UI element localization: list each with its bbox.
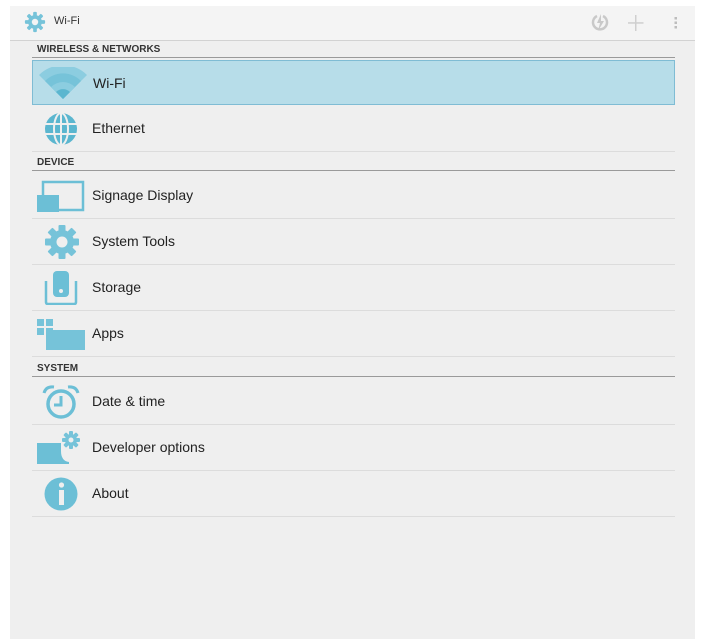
settings-item-label: Signage Display (92, 187, 194, 203)
settings-item-ethernet[interactable]: Ethernet (32, 106, 675, 152)
info-icon (37, 477, 87, 511)
apps-icon (37, 317, 87, 351)
overflow-menu-icon[interactable] (664, 12, 688, 34)
settings-item-about[interactable]: About (32, 471, 675, 517)
action-bar: Wi-Fi (10, 6, 695, 41)
ethernet-globe-icon (37, 112, 87, 146)
section-header-wireless: WIRELESS & NETWORKS (32, 43, 675, 58)
settings-item-label: Ethernet (92, 120, 145, 136)
wps-icon[interactable] (588, 12, 612, 34)
settings-item-signage-display[interactable]: Signage Display (32, 173, 675, 219)
settings-item-label: Developer options (92, 439, 205, 455)
settings-item-date-time[interactable]: Date & time (32, 379, 675, 425)
settings-item-label: Storage (92, 279, 142, 295)
settings-item-label: Date & time (92, 393, 166, 409)
settings-item-label: Apps (92, 325, 124, 341)
settings-screen: Wi-Fi WIRELESS & NETWORKS Wi-Fi Ethernet… (10, 6, 695, 639)
system-gear-icon (37, 225, 87, 259)
settings-item-label: Wi-Fi (93, 75, 126, 91)
wifi-icon (38, 65, 88, 101)
settings-gear-icon[interactable] (24, 11, 46, 33)
settings-item-label: System Tools (92, 233, 175, 249)
section-header-device: DEVICE (32, 156, 675, 171)
developer-options-icon (37, 431, 87, 465)
settings-item-label: About (92, 485, 129, 501)
storage-sd-icon (37, 271, 87, 306)
settings-item-wifi[interactable]: Wi-Fi (32, 60, 675, 105)
settings-item-system-tools[interactable]: System Tools (32, 219, 675, 265)
section-header-system: SYSTEM (32, 362, 675, 377)
settings-item-developer-options[interactable]: Developer options (32, 425, 675, 471)
settings-item-storage[interactable]: Storage (32, 265, 675, 311)
add-network-icon[interactable] (624, 12, 648, 34)
settings-item-apps[interactable]: Apps (32, 311, 675, 357)
page-title: Wi-Fi (54, 15, 80, 27)
display-cast-icon (37, 179, 87, 213)
alarm-clock-icon (37, 385, 87, 419)
